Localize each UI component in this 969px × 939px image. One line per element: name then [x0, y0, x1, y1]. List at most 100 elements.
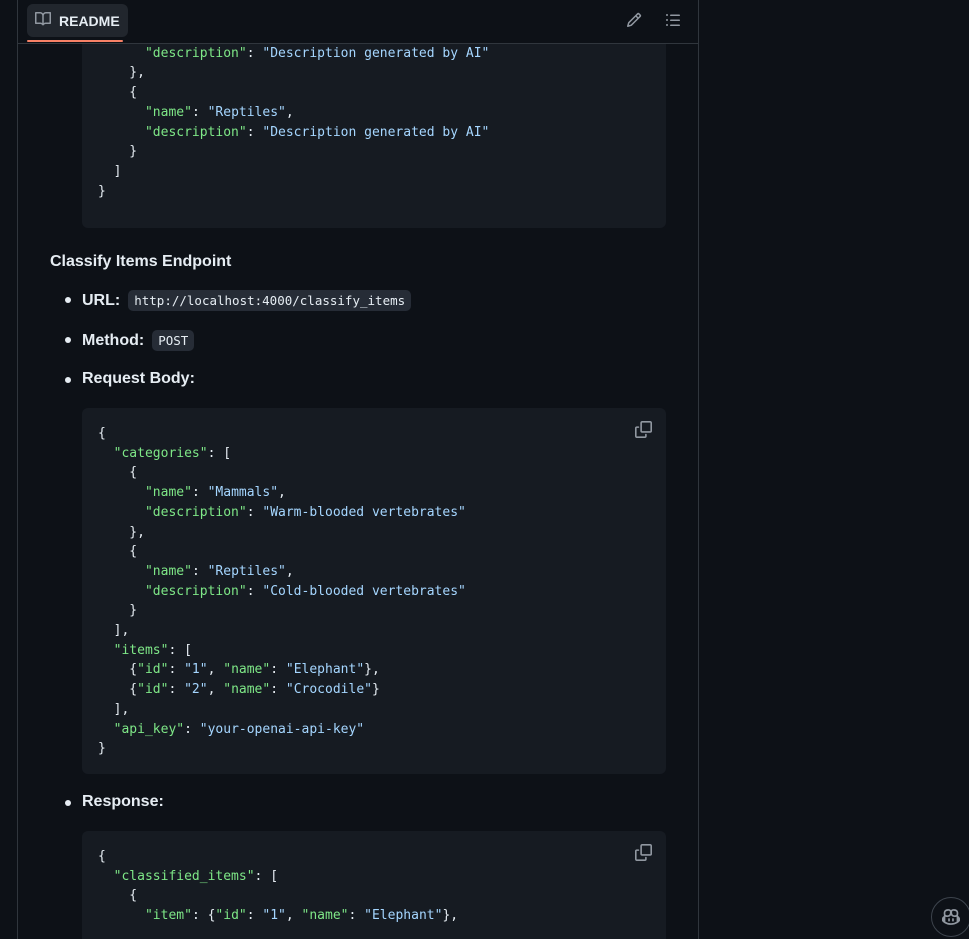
code-line: } [98, 142, 650, 162]
code-punct: : [ [168, 642, 192, 658]
code-punct: } [98, 741, 106, 757]
code-line: ] [98, 162, 650, 182]
code-string: "Reptiles" [207, 563, 286, 579]
code-punct [98, 446, 114, 461]
code-punct: ], [98, 701, 130, 717]
code-string: "Cold-blooded vertebrates" [262, 583, 466, 599]
code-punct: { [98, 849, 106, 864]
code-string: "Elephant" [285, 662, 365, 678]
code-punct [98, 643, 114, 658]
code-punct: : [184, 721, 200, 737]
code-line: ], [98, 621, 650, 641]
code-block-request-body: { "categories": [ { "name": "Mammals", "… [82, 408, 666, 774]
tab-readme[interactable]: README [27, 4, 128, 37]
code-punct: } [98, 183, 106, 199]
code-line: "api_key": "your-openai-api-key" [98, 720, 650, 740]
code-punct: } [98, 144, 138, 160]
code-line: {"id": "1", "name": "Elephant"}, [98, 660, 650, 680]
code-punct: ], [98, 623, 130, 639]
code-line: "name": "Reptiles", [98, 562, 650, 582]
code-punct: { [98, 662, 138, 678]
code-punct: , [207, 682, 224, 698]
code-key: "id" [215, 908, 247, 924]
bullet [65, 377, 71, 383]
code-punct [98, 908, 145, 923]
code-key: "description" [144, 124, 247, 140]
code-string: "Crocodile" [285, 682, 372, 698]
code-line: } [98, 601, 650, 621]
book-icon [35, 11, 52, 30]
url-value: http://localhost:4000/classify_items [128, 290, 412, 311]
code-string: "your-openai-api-key" [199, 721, 365, 737]
code-line: { [98, 542, 650, 562]
code-key: "description" [144, 504, 247, 520]
code-punct: , [285, 908, 302, 924]
code-line: "description": "Description generated by… [98, 123, 650, 143]
code-line: { [98, 886, 650, 906]
code-line: { [98, 847, 650, 867]
code-punct: : [348, 908, 365, 924]
code-punct: , [285, 563, 294, 579]
url-label: URL: [82, 291, 121, 309]
code-key: "item" [144, 908, 192, 924]
code-punct: { [98, 426, 106, 441]
code-line: }, [98, 63, 650, 83]
code-punct: }, [442, 908, 459, 924]
code-key: "id" [137, 662, 169, 678]
code-line: } [98, 182, 650, 202]
code-punct: : [168, 682, 185, 698]
section-heading: Classify Items Endpoint [50, 253, 232, 270]
tab-active-indicator [27, 40, 123, 42]
code-punct: : [270, 662, 286, 678]
code-punct [98, 105, 145, 120]
code-line: "description": "Cold-blooded vertebrates… [98, 582, 650, 602]
code-line: "item": {"id": "1", "name": "Elephant"}, [98, 906, 650, 926]
method-label: Method: [82, 331, 145, 349]
code-punct: ] [98, 163, 122, 179]
code-string: "Warm-blooded vertebrates" [262, 504, 466, 520]
bullet [65, 337, 71, 343]
copilot-icon[interactable] [931, 897, 969, 937]
code-key: "name" [223, 662, 271, 678]
code-punct: , [285, 104, 294, 120]
copy-icon[interactable] [633, 842, 653, 862]
code-key: "categories" [113, 445, 208, 461]
code-string: "Elephant" [364, 908, 443, 924]
code-line: }, [98, 523, 650, 543]
code-punct: { [98, 682, 138, 698]
code-punct [98, 564, 145, 579]
code-key: "api_key" [113, 721, 185, 737]
list-item-request-body: Request Body: [65, 370, 195, 388]
list-item-url: URL: http://localhost:4000/classify_item… [65, 290, 412, 311]
code-string: "1" [184, 662, 208, 678]
code-punct: { [98, 544, 138, 560]
list-unordered-icon[interactable] [662, 9, 684, 31]
code-punct [98, 46, 145, 61]
code-key: "description" [144, 45, 247, 61]
code-block-response: { "classified_items": [ { "item": {"id":… [82, 831, 666, 939]
code-key: "items" [113, 642, 169, 658]
code-key: "name" [144, 104, 192, 120]
code-line: {"id": "2", "name": "Crocodile"} [98, 680, 650, 700]
code-punct: : [246, 504, 263, 520]
code-punct: }, [98, 524, 145, 540]
code-punct [98, 505, 145, 520]
code-string: "Mammals" [207, 485, 279, 501]
code-line: "items": [ [98, 641, 650, 661]
copy-icon[interactable] [633, 419, 653, 439]
code-punct: : [246, 45, 263, 61]
list-item-method: Method: POST [65, 330, 195, 351]
request-body-label: Request Body: [82, 370, 195, 387]
code-string: "Reptiles" [207, 104, 286, 120]
code-key: "name" [144, 485, 192, 501]
bullet [65, 800, 71, 806]
code-punct: }, [98, 65, 145, 81]
code-punct: : { [191, 908, 216, 924]
code-key: "classified_items" [113, 868, 255, 884]
pencil-icon[interactable] [623, 9, 645, 31]
code-line: "description": "Warm-blooded vertebrates… [98, 503, 650, 523]
code-punct: : [168, 662, 185, 678]
code-line: "categories": [ [98, 444, 650, 464]
code-string: "1" [262, 908, 286, 924]
code-string: "Description generated by AI" [262, 45, 490, 61]
